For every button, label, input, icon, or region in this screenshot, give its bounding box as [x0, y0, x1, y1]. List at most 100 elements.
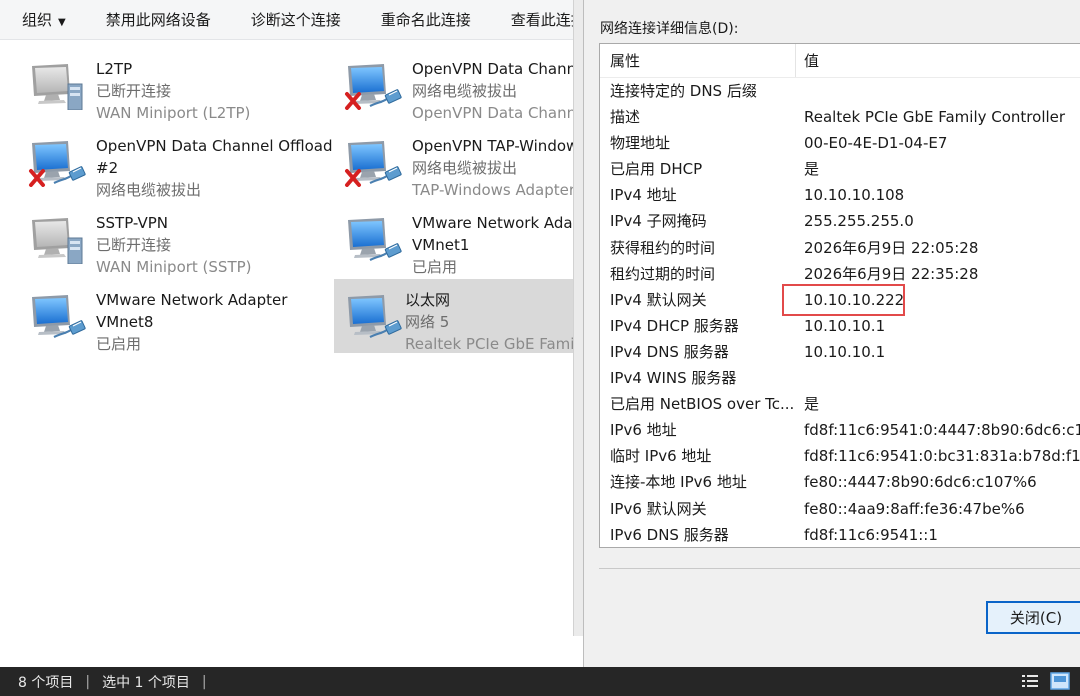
organize-menu[interactable]: 组织 ▼	[0, 0, 86, 40]
detail-row[interactable]: IPv4 地址 10.10.10.108	[600, 182, 1080, 208]
detail-row[interactable]: 已启用 NetBIOS over Tc... 是	[600, 391, 1080, 417]
detail-row[interactable]: IPv6 地址 fd8f:11c6:9541:0:4447:8b90:6dc6:c…	[600, 417, 1080, 443]
status-bar: 8 个项目 | 选中 1 个项目 |	[0, 667, 1080, 696]
detail-property: IPv4 地址	[610, 186, 677, 205]
detail-property: IPv6 默认网关	[610, 499, 707, 518]
details-list-header: 属性 值	[600, 44, 1080, 78]
details-view-icon[interactable]	[1020, 672, 1040, 690]
disable-device-button[interactable]: 禁用此网络设备	[86, 0, 231, 40]
detail-row[interactable]: 已启用 DHCP 是	[600, 156, 1080, 182]
column-header-value[interactable]: 值	[796, 44, 1080, 77]
detail-property: IPv4 WINS 服务器	[610, 369, 737, 388]
detail-row[interactable]: IPv4 WINS 服务器	[600, 365, 1080, 391]
network-adapter-icon	[32, 295, 87, 339]
connection-item-openvpn-tap[interactable]: OpenVPN TAP-Window 网络电缆被拔出 TAP-Windows A…	[324, 125, 585, 199]
connection-item-ethernet[interactable]: 以太网 网络 5 Realtek PCIe GbE Famil	[334, 279, 585, 353]
detail-value: fd8f:11c6:9541:0:bc31:831a:b78d:f189	[804, 447, 1080, 466]
network-details-dialog: 网络连接详细信息(D): 属性 值 连接特定的 DNS 后缀 描述 Realtek …	[583, 0, 1080, 667]
connection-name: OpenVPN TAP-Window	[412, 137, 579, 155]
connection-device: WAN Miniport (L2TP)	[96, 104, 251, 122]
connection-status: 网络电缆被拔出	[412, 82, 518, 100]
connection-name: OpenVPN Data Channe	[412, 60, 585, 78]
connection-item-l2tp[interactable]: L2TP 已断开连接 WAN Miniport (L2TP)	[8, 48, 324, 122]
connection-device: WAN Miniport (SSTP)	[96, 258, 252, 276]
selected-count: 选中 1 个项目	[102, 674, 190, 691]
detail-property: IPv4 子网掩码	[610, 212, 707, 231]
detail-property: 已启用 DHCP	[610, 160, 703, 179]
connection-name-line2: #2	[96, 159, 119, 177]
detail-property: IPv4 DHCP 服务器	[610, 316, 739, 335]
connection-name: VMware Network Adap	[412, 214, 583, 232]
command-bar: 组织 ▼ 禁用此网络设备 诊断这个连接 重命名此连接 查看此连接	[0, 0, 586, 40]
detail-row[interactable]: IPv6 默认网关 fe80::4aa9:8aff:fe36:47be%6	[600, 496, 1080, 522]
connection-status: 网络电缆被拔出	[96, 181, 202, 199]
caret-down-icon: ▼	[58, 16, 66, 28]
detail-property: 连接-本地 IPv6 地址	[610, 473, 747, 492]
connection-name: VMware Network Adapter	[96, 291, 288, 309]
network-adapter-icon	[348, 218, 403, 262]
connections-list: L2TP 已断开连接 WAN Miniport (L2TP) OpenVPN D…	[0, 40, 585, 667]
rename-button[interactable]: 重命名此连接	[361, 0, 491, 40]
network-adapter-icon	[348, 295, 403, 339]
connection-device: Realtek PCIe GbE Famil	[405, 335, 579, 353]
column-header-property[interactable]: 属性	[600, 44, 796, 77]
status-separator: |	[201, 673, 207, 690]
detail-value: 10.10.10.1	[804, 342, 886, 361]
connection-name: SSTP-VPN	[96, 214, 168, 232]
dialog-edge	[573, 0, 583, 636]
detail-property: IPv4 DNS 服务器	[610, 342, 729, 361]
detail-row[interactable]: 临时 IPv6 地址 fd8f:11c6:9541:0:bc31:831a:b78…	[600, 443, 1080, 469]
detail-value: 2026年6月9日 22:05:28	[804, 238, 979, 257]
detail-row[interactable]: IPv4 DHCP 服务器 10.10.10.1	[600, 313, 1080, 339]
connection-name-line2: VMnet1	[412, 236, 470, 254]
connection-device: TAP-Windows Adapter	[412, 181, 576, 199]
connection-item-sstp-vpn[interactable]: SSTP-VPN 已断开连接 WAN Miniport (SSTP)	[8, 202, 324, 276]
detail-row[interactable]: 描述 Realtek PCIe GbE Family Controller	[600, 104, 1080, 130]
detail-row[interactable]: 连接-本地 IPv6 地址 fe80::4447:8b90:6dc6:c107%6	[600, 469, 1080, 495]
status-separator: |	[85, 673, 91, 690]
connection-item-vmnet8[interactable]: VMware Network Adapter VMnet8 已启用	[8, 279, 324, 353]
network-cable-unplugged-icon	[29, 141, 87, 187]
detail-value: 10.10.10.1	[804, 316, 886, 335]
detail-property: 物理地址	[610, 134, 671, 153]
large-icons-view-icon[interactable]	[1050, 672, 1070, 690]
network-cable-unplugged-icon	[345, 141, 403, 187]
network-vpn-icon	[32, 218, 83, 264]
gateway-highlight-box	[782, 284, 905, 316]
detail-value: 255.255.255.0	[804, 212, 914, 231]
detail-value: fd8f:11c6:9541::1	[804, 525, 938, 544]
connection-device: OpenVPN Data Channe	[412, 104, 585, 122]
connection-item-vmnet1[interactable]: VMware Network Adap VMnet1 已启用	[324, 202, 585, 276]
item-count: 8 个项目	[18, 674, 74, 691]
detail-property: 已启用 NetBIOS over Tc...	[610, 395, 795, 414]
detail-property: IPv4 默认网关	[610, 290, 707, 309]
connection-status: 网络电缆被拔出	[412, 159, 518, 177]
detail-value: 00-E0-4E-D1-04-E7	[804, 134, 948, 153]
detail-row[interactable]: IPv6 DNS 服务器 fd8f:11c6:9541::1	[600, 522, 1080, 547]
detail-value: Realtek PCIe GbE Family Controller	[804, 108, 1066, 127]
diagnose-button[interactable]: 诊断这个连接	[231, 0, 361, 40]
detail-value: fe80::4aa9:8aff:fe36:47be%6	[804, 499, 1025, 518]
detail-property: 描述	[610, 108, 641, 127]
close-button[interactable]: 关闭(C)	[986, 601, 1080, 634]
detail-row[interactable]: 物理地址 00-E0-4E-D1-04-E7	[600, 130, 1080, 156]
connection-name: 以太网	[405, 291, 451, 309]
detail-value: 是	[804, 395, 820, 414]
connection-item-openvpn-offload[interactable]: OpenVPN Data Channel Offload #2 网络电缆被拔出	[8, 125, 333, 199]
connection-status: 已启用	[412, 258, 458, 276]
connection-status: 已断开连接	[96, 82, 172, 100]
detail-row[interactable]: 连接特定的 DNS 后缀	[600, 78, 1080, 104]
connection-status: 网络 5	[405, 313, 450, 331]
connection-name: OpenVPN Data Channel Offload	[96, 137, 333, 155]
detail-row[interactable]: 获得租约的时间 2026年6月9日 22:05:28	[600, 235, 1080, 261]
detail-row[interactable]: IPv4 DNS 服务器 10.10.10.1	[600, 339, 1080, 365]
view-switcher	[1020, 672, 1070, 690]
detail-property: IPv6 地址	[610, 421, 677, 440]
detail-value: fd8f:11c6:9541:0:4447:8b90:6dc6:c107	[804, 421, 1080, 440]
connection-status: 已启用	[96, 335, 142, 353]
detail-row[interactable]: 租约过期的时间 2026年6月9日 22:35:28	[600, 261, 1080, 287]
detail-row[interactable]: IPv4 子网掩码 255.255.255.0	[600, 208, 1080, 234]
dialog-divider	[599, 568, 1080, 569]
connection-item-openvpn-data-channel[interactable]: OpenVPN Data Channe 网络电缆被拔出 OpenVPN Data…	[324, 48, 585, 122]
detail-value: fe80::4447:8b90:6dc6:c107%6	[804, 473, 1037, 492]
